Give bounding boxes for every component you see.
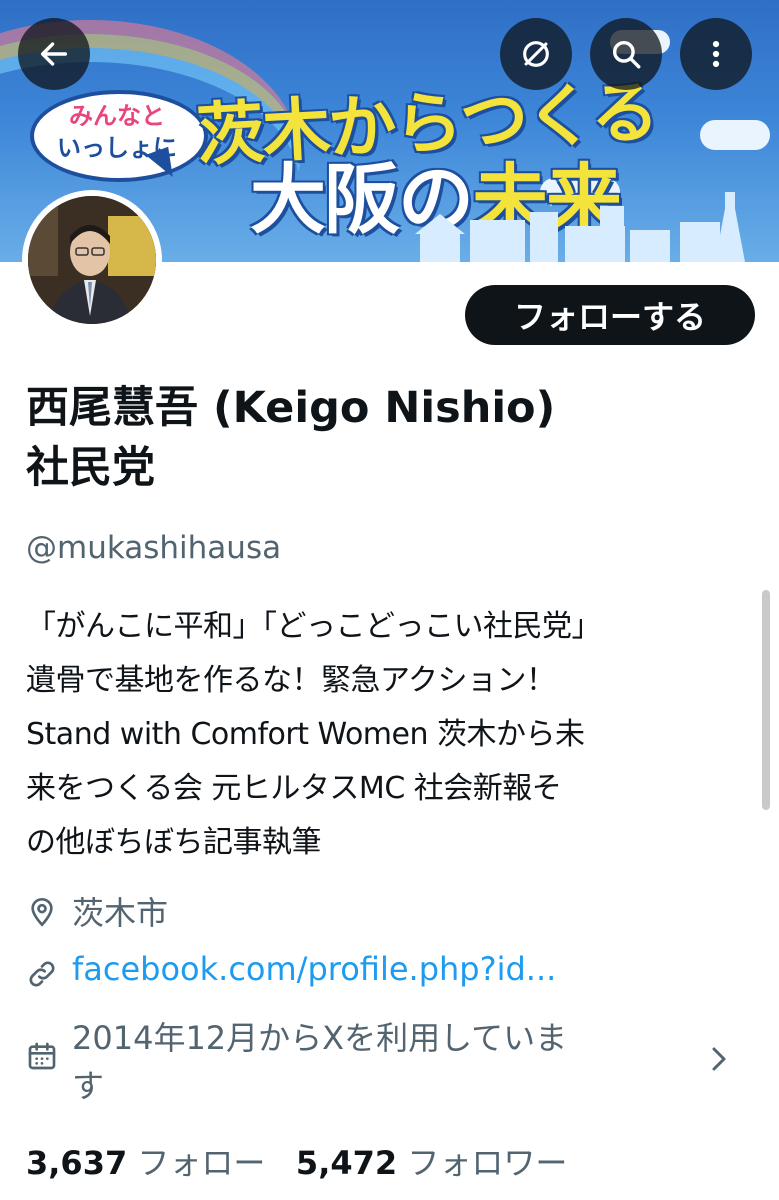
- avatar[interactable]: [22, 190, 162, 330]
- display-name-line1: 西尾慧吾 (Keigo Nishio): [26, 383, 556, 433]
- followers-count: 5,472: [295, 1144, 398, 1182]
- bio-line: 「がんこに平和」「どっこどっこい社民党」: [26, 609, 602, 644]
- bio-line: の他ぼちぼち記事執筆: [26, 825, 322, 860]
- bio-line: 遺骨で基地を作るな！緊急アクション！: [26, 663, 556, 698]
- bubble-line1: みんなと: [69, 102, 165, 130]
- joined-text-line1: 2014年12月からXを利用していま: [72, 1019, 568, 1057]
- speech-bubble-text: みんなと いっしょに: [32, 100, 202, 164]
- follow-stats: 3,637 フォロー 5,472 フォロワー: [26, 1138, 567, 1184]
- chevron-right-icon[interactable]: [704, 1044, 734, 1074]
- scrollbar[interactable]: [762, 590, 770, 810]
- more-button[interactable]: [680, 18, 752, 90]
- location-row: 茨木市: [26, 888, 168, 934]
- display-name-line2: 社民党: [26, 443, 155, 493]
- avatar-photo: [28, 196, 156, 324]
- followers-link[interactable]: 5,472 フォロワー: [296, 1144, 567, 1182]
- joined-text-line2: す: [72, 1067, 105, 1105]
- followers-label: フォロワー: [407, 1144, 568, 1182]
- user-handle: @mukashihausa: [26, 530, 282, 566]
- follow-button[interactable]: フォローする: [465, 285, 755, 345]
- more-vertical-icon: [712, 40, 720, 68]
- bio: 「がんこに平和」「どっこどっこい社民党」 遺骨で基地を作るな！緊急アクション！ …: [26, 600, 756, 870]
- arrow-left-icon: [40, 42, 68, 66]
- location-text: 茨木市: [72, 894, 169, 932]
- bio-line: 来をつくる会 元ヒルタスMC 社会新報そ: [26, 771, 562, 806]
- cloud-decoration: [700, 120, 770, 150]
- search-icon: [612, 40, 641, 69]
- following-label: フォロー: [137, 1144, 266, 1182]
- following-count: 3,637: [26, 1144, 128, 1182]
- bio-line: Stand with Comfort Women 茨木から未: [26, 717, 585, 752]
- search-button[interactable]: [590, 18, 662, 90]
- joined-row: 2014年12月からXを利用していま す: [26, 1014, 567, 1110]
- calendar-icon: [28, 1042, 56, 1070]
- website-row: facebook.com/profile.php?id...: [26, 950, 556, 990]
- link-icon: [29, 961, 55, 987]
- back-button[interactable]: [18, 18, 90, 90]
- location-pin-icon: [31, 897, 53, 927]
- website-link[interactable]: facebook.com/profile.php?id...: [72, 950, 556, 988]
- following-link[interactable]: 3,637 フォロー: [26, 1144, 265, 1182]
- display-name: 西尾慧吾 (Keigo Nishio) 社民党: [26, 378, 746, 498]
- grok-button[interactable]: [500, 18, 572, 90]
- slash-circle-icon: [523, 41, 549, 67]
- bubble-line2: いっしょに: [57, 134, 177, 162]
